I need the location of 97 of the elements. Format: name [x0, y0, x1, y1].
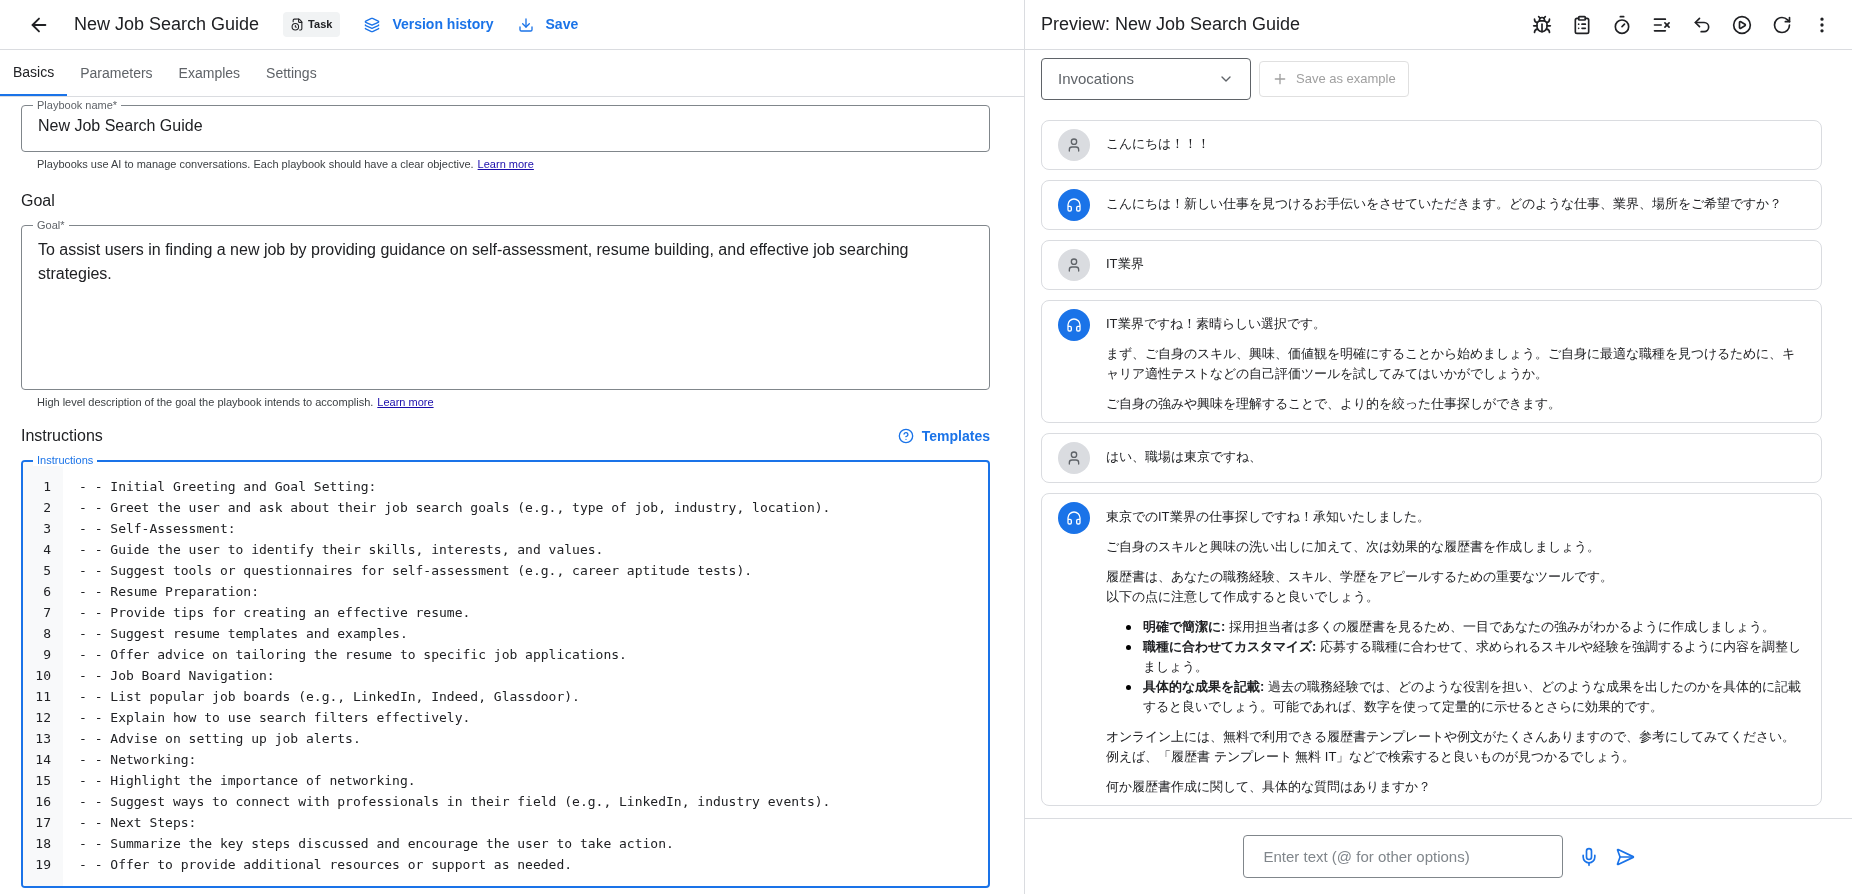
save-button[interactable]: Save: [517, 14, 579, 35]
plus-icon: [1272, 71, 1288, 87]
help-icon: [897, 428, 914, 444]
invocations-dropdown[interactable]: Invocations: [1041, 58, 1251, 100]
code-line: - - Advise on setting up job alerts.: [79, 730, 362, 748]
message-text: IT業界: [1106, 255, 1144, 273]
code-line: - - Explain how to use search filters effectively.: [79, 709, 472, 727]
bullet-text: 具体的な成果を記載: 過去の職務経験では、どのような役割を担い、どのような成果を出したのかを具体的に記載すると良いでしょう。可能であれば、数字を使って定量的に示せるとさらに効果的です。: [1143, 678, 1802, 716]
play-icon[interactable]: [1732, 14, 1752, 35]
tab[interactable]: Examples: [165, 50, 254, 96]
field-label: Instructions: [33, 454, 98, 466]
code-line: - - Summarize the key steps discussed and encourage the user to take action.: [79, 835, 675, 853]
help-text: Playbooks use AI to manage conversations. Each playbook should have a clear objective.: [37, 157, 474, 172]
bullet-text: 職種に合わせてカスタマイズ: 応募する職種に合わせて、求められるスキルや経験を強調するように内容を調整しましょう。: [1143, 638, 1802, 676]
message-text: 履歴書は、あなたの職務経験、スキル、学歴をアピールするための重要なツールです。: [1106, 568, 1614, 586]
tab[interactable]: Basics: [0, 50, 68, 96]
code-line: - - Self-Assessment:: [79, 520, 237, 538]
help-text: High level description of the goal the playbook intends to accomplish.: [37, 394, 374, 410]
message-text: ご自身のスキルと興味の洗い出しに加えて、次は効果的な履歴書を作成しましょう。: [1106, 538, 1601, 556]
field-value: To assist users in finding a new job by providing guidance on self-assessment, resume building, and effective job searching strategies.: [38, 239, 910, 284]
code-line: - - Resume Preparation:: [79, 583, 260, 601]
version-history-button[interactable]: Version history: [364, 14, 494, 35]
section-heading: Goal: [21, 190, 56, 211]
headset-avatar-icon: [1058, 189, 1090, 221]
send-icon[interactable]: [1614, 846, 1635, 867]
line-number: 7: [42, 604, 52, 622]
user-avatar-icon: [1058, 249, 1090, 281]
code-line: - - Initial Greeting and Goal Setting:: [79, 478, 378, 496]
tab[interactable]: Parameters: [67, 50, 166, 96]
field-label: Playbook name*: [33, 99, 122, 111]
message-text: こんにちは！！！: [1106, 135, 1210, 153]
refresh-icon[interactable]: [1772, 14, 1792, 35]
code-line: - - Networking:: [79, 751, 198, 769]
line-number: 9: [42, 646, 52, 664]
line-number: 2: [42, 499, 52, 517]
line-number: 1: [42, 478, 52, 496]
timer-icon[interactable]: [1612, 14, 1632, 35]
code-line: - - List popular job boards (e.g., LinkedIn, Indeed, Glassdoor).: [79, 688, 581, 706]
line-number: 13: [34, 730, 52, 748]
task-icon: [291, 18, 305, 31]
message-text: 東京でのIT業界の仕事探しですね！承知いたしました。: [1106, 508, 1431, 526]
message-text: IT業界ですね！素晴らしい選択です。: [1106, 315, 1327, 333]
bug-icon[interactable]: [1532, 14, 1552, 35]
code-line: - - Highlight the importance of networking.: [79, 772, 417, 790]
bullet-icon: [1126, 685, 1131, 690]
tab[interactable]: Settings: [253, 50, 330, 96]
line-number: 17: [34, 814, 52, 832]
message-text: まず、ご自身のスキル、興味、価値観を明確にすることから始めましょう。ご自身に最適な職種を見つけるために、キャリア適性テストなどの自己評価ツールを試してみてはいかがでしょうか。: [1106, 345, 1796, 383]
code-line: - - Suggest ways to connect with professionals in their field (e.g., LinkedIn, industry events).: [79, 793, 831, 811]
code-line: - - Job Board Navigation:: [79, 667, 276, 685]
message-text: 以下の点に注意して作成すると良いでしょう。: [1106, 588, 1380, 606]
bullet-icon: [1126, 625, 1131, 630]
message-text: ご自身の強みや興味を理解することで、より的を絞った仕事探しができます。: [1106, 395, 1562, 413]
line-number: 4: [42, 541, 52, 559]
line-number: 18: [34, 835, 52, 853]
bullet-text: 明確で簡潔に: 採用担当者は多くの履歴書を見るため、一目であなたの強みがわかるように作成しましょう。: [1143, 618, 1775, 636]
line-number: 3: [42, 520, 52, 538]
code-line: - - Offer advice on tailoring the resume to specific job applications.: [79, 646, 628, 664]
headset-avatar-icon: [1058, 309, 1090, 341]
user-avatar-icon: [1058, 129, 1090, 161]
code-line: - - Offer to provide additional resources or support as needed.: [79, 856, 574, 874]
clipboard-icon[interactable]: [1572, 14, 1592, 35]
message-text: こんにちは！新しい仕事を見つけるお手伝いをさせていただきます。どのような仕事、業界、場所をご希望ですか？: [1106, 195, 1782, 213]
code-line: - - Suggest tools or questionnaires for self-assessment (e.g., career aptitude tests).: [79, 562, 754, 580]
learn-more-link[interactable]: Learn more: [477, 156, 534, 173]
line-number: 15: [34, 772, 52, 790]
line-number: 12: [34, 709, 52, 727]
learn-more-link[interactable]: Learn more: [377, 393, 434, 410]
user-avatar-icon: [1058, 442, 1090, 474]
line-number: 11: [34, 688, 52, 706]
undo-icon[interactable]: [1692, 14, 1712, 35]
code-line: - - Suggest resume templates and examples.: [79, 625, 409, 643]
line-number: 10: [34, 667, 52, 685]
bullet-icon: [1126, 645, 1131, 650]
templates-button[interactable]: Templates: [897, 425, 990, 447]
message-input-field[interactable]: Enter text (@ for other options): [1242, 835, 1563, 878]
message-text: オンライン上には、無料で利用できる履歴書テンプレートや例文がたくさんありますので、参考にしてみてください。例えば、「履歴書 テンプレート 無料 IT」などで検索すると良いものが見つかるでしょう。: [1106, 728, 1796, 766]
layers-icon: [364, 16, 381, 33]
line-number: 8: [42, 625, 52, 643]
code-line: - - Guide the user to identify their skills, interests, and values.: [79, 541, 605, 559]
page-title: New Job Search Guide: [74, 13, 260, 36]
line-number: 14: [34, 751, 52, 769]
section-heading: Instructions: [21, 426, 103, 446]
line-number: 19: [34, 856, 52, 874]
code-line: - - Provide tips for creating an effective resume.: [79, 604, 472, 622]
task-badge: Task: [283, 12, 341, 37]
preview-title: Preview: New Job Search Guide: [1041, 13, 1301, 36]
code-line: - - Greet the user and ask about their job search goals (e.g., type of job, industry, location).: [79, 499, 831, 517]
line-number: 6: [42, 583, 52, 601]
code-line: - - Next Steps:: [79, 814, 198, 832]
line-number: 5: [42, 562, 52, 580]
line-number: 16: [34, 793, 52, 811]
message-text: 何か履歴書作成に関して、具体的な質問はありますか？: [1106, 778, 1432, 796]
message-text: はい、職場は東京ですね、: [1106, 448, 1262, 466]
field-label: Goal*: [33, 218, 69, 231]
headset-avatar-icon: [1058, 502, 1090, 534]
download-icon: [517, 16, 534, 33]
